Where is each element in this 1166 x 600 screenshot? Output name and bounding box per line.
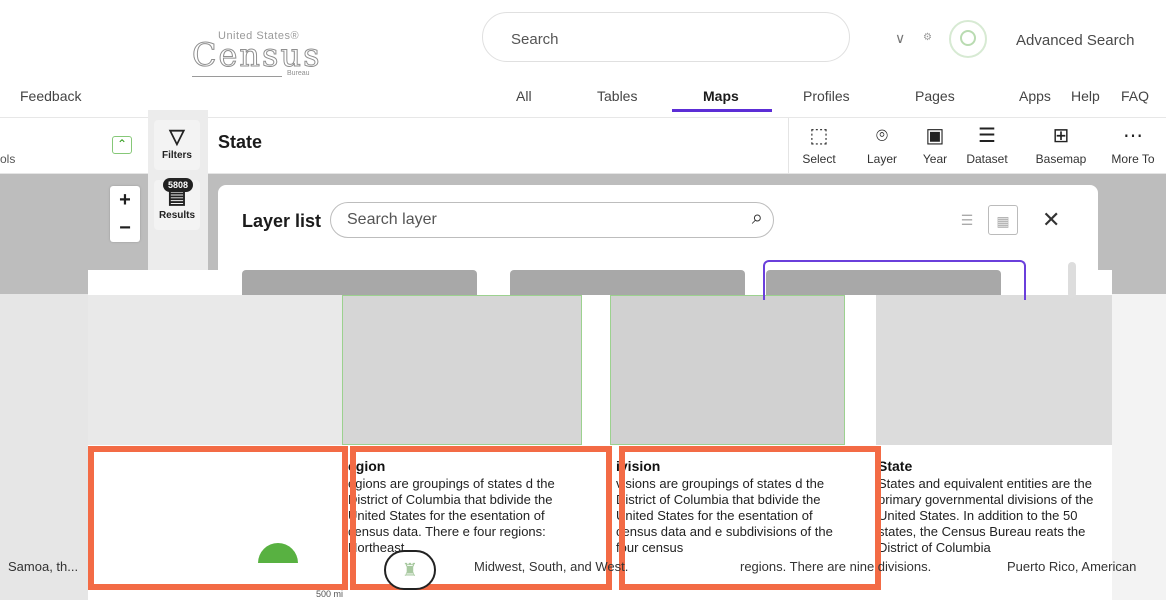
tab-tables[interactable]: Tables: [597, 88, 637, 104]
location-icon: ⌾: [876, 125, 888, 147]
tab-apps[interactable]: Apps: [1019, 88, 1051, 104]
results-button[interactable]: 5808 ▤ Results: [154, 178, 200, 230]
layer-button[interactable]: ⌾ Layer: [860, 118, 904, 174]
filters-button[interactable]: ▽ Filters: [154, 120, 200, 170]
close-icon[interactable]: ✕: [1042, 207, 1060, 233]
page-title: State: [218, 132, 263, 152]
grid-icon: ⊞: [1052, 125, 1070, 147]
scale-label: 500 mi: [316, 589, 344, 599]
zoom-control: + −: [110, 186, 140, 242]
layer-card-state[interactable]: State States and equivalent entities are…: [766, 270, 1112, 600]
layer-thumbnail: [88, 295, 348, 445]
active-tab-indicator: [672, 109, 772, 112]
tab-pages[interactable]: Pages: [915, 88, 955, 104]
select-label: Select: [802, 152, 836, 166]
year-label: Year: [922, 152, 948, 166]
dataset-icon: ☰: [978, 125, 996, 147]
layer-name: State: [878, 458, 913, 474]
census-logo[interactable]: United States® Census Bureau: [191, 30, 322, 78]
samoa-label: Samoa, th...: [8, 559, 79, 574]
state-thumbnail: [876, 295, 1112, 445]
settings-icon[interactable]: ⚙: [923, 32, 932, 43]
tab-help[interactable]: Help: [1071, 88, 1100, 104]
puerto-rico-label: Puerto Rico, American: [1007, 559, 1137, 574]
midwest-label: Midwest, South, and West.: [474, 559, 629, 574]
more-tools-button[interactable]: ⋯ More To: [1100, 118, 1166, 174]
search-button[interactable]: [949, 20, 987, 58]
tools-label: ols: [0, 152, 16, 166]
header: United States® Census Bureau Search ∨ ⚙ …: [0, 0, 1166, 78]
search-text: Search: [511, 31, 559, 48]
tab-maps[interactable]: Maps: [703, 88, 739, 104]
region-thumbnail: [342, 295, 582, 445]
logo-word: Census: [191, 36, 322, 75]
panel-scrollbar[interactable]: [1068, 262, 1076, 298]
year-button[interactable]: ▣ Year: [916, 118, 954, 174]
person-icon[interactable]: ♜: [384, 550, 436, 590]
select-button[interactable]: ⬚ Select: [796, 118, 842, 174]
results-label: Results: [158, 210, 196, 221]
view-toggle: ☰ ▦: [952, 205, 1022, 237]
toolbar-divider: [788, 118, 789, 174]
zoom-in-button[interactable]: +: [110, 186, 140, 214]
more-icon: ⋯: [1123, 125, 1143, 147]
layer-search-input[interactable]: [347, 211, 727, 229]
results-count-badge: 5808: [163, 178, 193, 192]
collapse-icon[interactable]: ⌃: [112, 136, 132, 154]
layer-label: Layer: [866, 152, 898, 166]
search-icon[interactable]: ⌕: [752, 207, 763, 230]
tab-profiles[interactable]: Profiles: [803, 88, 850, 104]
zoom-out-button[interactable]: −: [110, 214, 140, 242]
header-icons: ∨ ⚙: [895, 20, 995, 60]
panel-title: Layer list: [242, 211, 322, 231]
layer-description: States and equivalent entities are the p…: [878, 476, 1094, 555]
highlight-box: [88, 446, 348, 590]
card-header: [242, 270, 477, 295]
search-box[interactable]: Search: [482, 12, 850, 62]
tab-all[interactable]: All: [516, 88, 532, 104]
tab-faq[interactable]: FAQ: [1121, 88, 1149, 104]
division-thumbnail: [610, 295, 845, 445]
select-icon: ⬚: [809, 125, 829, 147]
card-header: [510, 270, 745, 295]
filters-label: Filters: [161, 150, 192, 161]
selected-card-outline: [763, 260, 1026, 300]
logo-bureau: Bureau: [287, 70, 310, 77]
funnel-icon: ▽: [169, 126, 185, 148]
list-view-icon[interactable]: ☰: [952, 205, 982, 235]
basemap-label: Basemap: [1035, 152, 1087, 166]
basemap-button[interactable]: ⊞ Basemap: [1030, 118, 1092, 174]
advanced-search-link[interactable]: Advanced Search: [1016, 32, 1134, 49]
more-tools-label: More To: [1111, 152, 1155, 166]
grid-view-icon[interactable]: ▦: [988, 205, 1018, 235]
logo-line: [192, 76, 282, 77]
filter-icon[interactable]: ∨: [895, 30, 905, 47]
dataset-label: Dataset: [966, 152, 1008, 166]
feedback-link[interactable]: Feedback: [20, 88, 81, 104]
regions-label: regions. There are nine divisions.: [740, 559, 932, 574]
dataset-button[interactable]: ☰ Dataset: [962, 118, 1012, 174]
calendar-icon: ▣: [925, 125, 945, 147]
layer-search-field[interactable]: ⌕: [330, 202, 774, 238]
